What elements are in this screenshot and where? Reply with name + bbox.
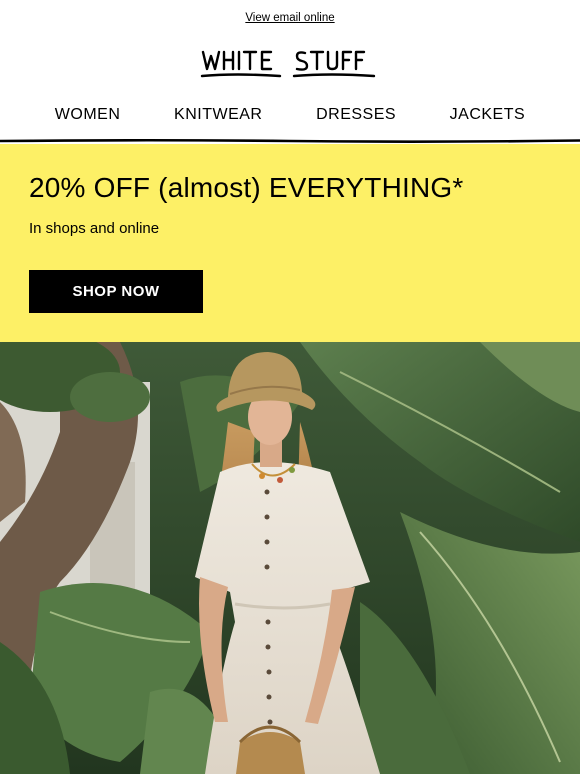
nav-item-women[interactable]: WOMEN [55,106,121,124]
hero-image[interactable] [0,342,580,774]
category-nav: WOMEN KNITWEAR DRESSES JACKETS [0,90,580,140]
top-bar: View email online [0,0,580,36]
promo-banner: 20% OFF (almost) EVERYTHING* In shops an… [0,144,580,342]
promo-title: 20% OFF (almost) EVERYTHING* [29,172,464,203]
logo-container [0,36,580,90]
nav-item-dresses[interactable]: DRESSES [316,106,396,124]
white-stuff-logo[interactable] [200,43,380,83]
promo-subtitle: In shops and online [29,220,160,237]
shop-now-button[interactable]: SHOP NOW [29,270,203,313]
hero-photo-icon [0,342,580,774]
nav-item-knitwear[interactable]: KNITWEAR [174,106,262,124]
view-email-online-link[interactable]: View email online [245,12,334,24]
nav-item-jackets[interactable]: JACKETS [450,106,526,124]
